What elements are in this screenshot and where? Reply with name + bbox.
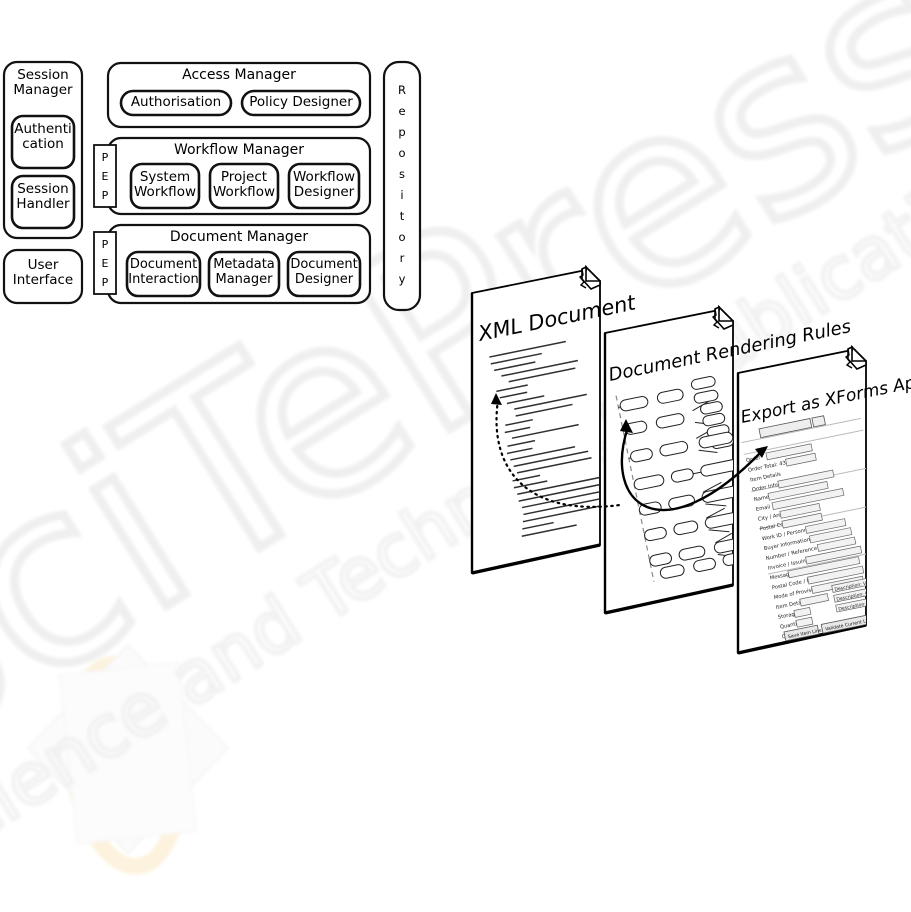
repository-letter: R (398, 83, 406, 97)
label-system-workflow: System Workflow (134, 169, 196, 201)
repository-letter: i (400, 188, 404, 202)
label-user-interface: User Interface (12, 257, 74, 289)
page-xforms-export: Export as XForms Application Order Order… (736, 344, 911, 655)
label-document-designer: Document Designer (290, 257, 358, 287)
label-document-manager: Document Manager (169, 229, 309, 245)
repository-letter: t (399, 209, 405, 223)
label-pep-workflow: P E P (94, 148, 116, 205)
label-pep-document: P E P (94, 235, 116, 292)
repository-letter: o (398, 230, 406, 244)
label-project-workflow: Project Workflow (213, 169, 275, 201)
repository-letter: r (399, 251, 405, 265)
process-flow-shapes: XML Document Document Rendering Rules Ex… (470, 264, 911, 655)
label-session-handler: Session Handler (16, 181, 70, 213)
label-authorisation: Authorisation (130, 94, 222, 110)
repository-letter: s (399, 167, 405, 181)
architecture-diagram: Session Manager Authenti cation Session … (0, 0, 440, 320)
label-policy-designer: Policy Designer (249, 94, 353, 110)
process-flow-illustration: XML Document Document Rendering Rules Ex… (450, 255, 911, 655)
label-document-interaction: Document Interaction (128, 257, 199, 287)
pep-letter: P (101, 151, 109, 164)
watermark-logo-mark (26, 643, 230, 875)
repository-letter: e (398, 104, 406, 118)
label-metadata-manager: Metadata Manager (213, 257, 275, 287)
pep-letter: P (101, 238, 109, 251)
label-access-manager: Access Manager (182, 67, 296, 83)
pep-letter: E (101, 257, 109, 270)
label-workflow-designer: Workflow Designer (293, 169, 355, 201)
label-workflow-manager: Workflow Manager (173, 142, 305, 158)
label-session-manager: Session Manager (13, 67, 73, 99)
label-repository: R e p o s i t o r y (384, 80, 420, 290)
repository-letter: y (398, 272, 406, 286)
repository-letter: p (398, 125, 406, 139)
pep-letter: E (101, 170, 109, 183)
pep-letter: P (101, 276, 109, 289)
pep-letter: P (101, 189, 109, 202)
label-authentication: Authenti cation (14, 121, 72, 153)
repository-letter: o (398, 146, 406, 160)
